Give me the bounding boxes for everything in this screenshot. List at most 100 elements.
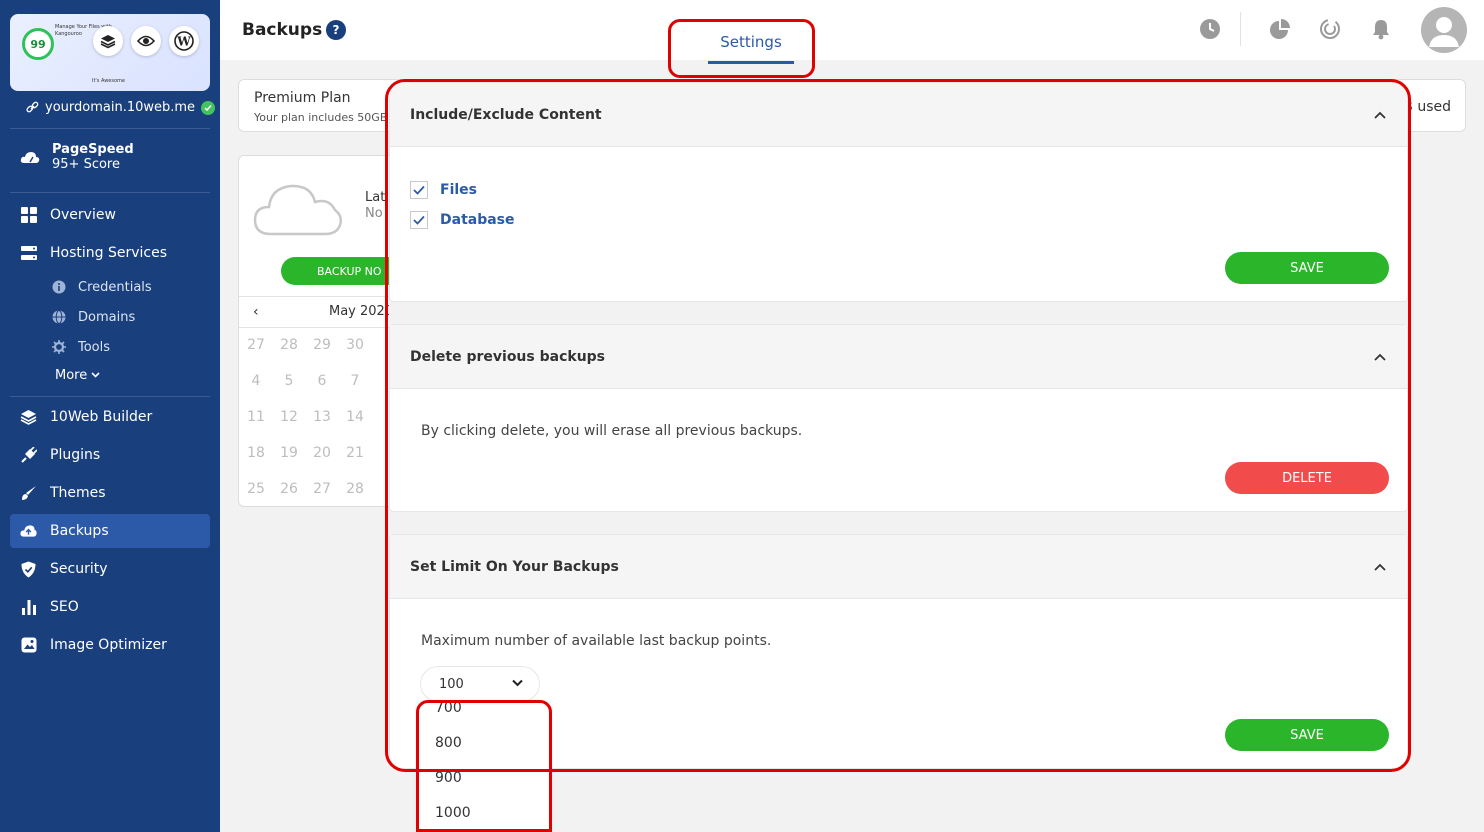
bell-icon[interactable] xyxy=(1370,18,1392,40)
image-icon xyxy=(20,637,37,654)
calendar-day[interactable]: 30 xyxy=(345,337,365,353)
layers-icon xyxy=(100,35,116,49)
sidebar-item-security[interactable]: Security xyxy=(10,552,210,586)
activity-icon[interactable] xyxy=(1319,18,1341,40)
sidebar-item-overview[interactable]: Overview xyxy=(10,198,210,232)
toolbar-divider xyxy=(1240,12,1241,46)
option-700[interactable]: 700 xyxy=(435,702,462,716)
wordpress-button[interactable]: W xyxy=(169,26,199,56)
subitem-label: Domains xyxy=(78,309,136,325)
section-header[interactable]: Include/Exclude Content xyxy=(390,83,1407,147)
history-icon[interactable] xyxy=(1199,18,1221,40)
calendar-day[interactable]: 25 xyxy=(246,481,266,497)
tab-label: Settings xyxy=(720,33,782,51)
sidebar-divider xyxy=(10,396,210,397)
sidebar-item-seo[interactable]: SEO xyxy=(10,590,210,624)
sidebar-item-label: Image Optimizer xyxy=(50,637,167,653)
calendar-day[interactable]: 26 xyxy=(279,481,299,497)
plug-icon xyxy=(20,447,37,464)
shield-icon xyxy=(20,561,37,578)
checkmark-icon xyxy=(413,185,425,195)
calendar-month: May 2020 xyxy=(329,304,394,319)
sidebar-item-plugins[interactable]: Plugins xyxy=(10,438,210,472)
delete-description: By clicking delete, you will erase all p… xyxy=(421,423,803,439)
help-icon[interactable]: ? xyxy=(326,20,346,40)
plan-subtitle: Your plan includes 50GB xyxy=(254,111,388,124)
calendar-day[interactable]: 14 xyxy=(345,409,365,425)
sidebar-item-backups[interactable]: Backups xyxy=(10,514,210,548)
plan-title: Premium Plan xyxy=(254,90,351,106)
save-limit-button[interactable]: SAVE xyxy=(1225,719,1389,751)
settings-panel: Include/Exclude Content Files Database S… xyxy=(389,82,1408,769)
latest-backup-label: Lat xyxy=(365,190,386,205)
calendar-day[interactable]: 29 xyxy=(312,337,332,353)
include-exclude-section: Include/Exclude Content Files Database S… xyxy=(389,82,1408,302)
sidebar-item-image-optimizer[interactable]: Image Optimizer xyxy=(10,628,210,662)
sidebar-item-hosting-services[interactable]: Hosting Services xyxy=(10,236,210,270)
verified-icon xyxy=(201,100,216,115)
sidebar-item-label: Hosting Services xyxy=(50,245,168,261)
calendar-day[interactable]: 5 xyxy=(279,373,299,389)
delete-backups-button[interactable]: DELETE xyxy=(1225,462,1389,494)
sidebar-more-toggle[interactable]: More xyxy=(55,364,100,386)
section-title: Delete previous backups xyxy=(410,349,606,365)
sidebar-divider xyxy=(10,192,210,193)
calendar-day[interactable]: 11 xyxy=(246,409,266,425)
site-domain[interactable]: yourdomain.10web.me xyxy=(26,100,216,115)
chevron-up-icon[interactable] xyxy=(1373,560,1387,574)
option-900[interactable]: 900 xyxy=(435,770,462,786)
brush-icon xyxy=(20,485,37,502)
backup-now-button[interactable]: BACKUP NO xyxy=(281,257,397,285)
calendar-day[interactable]: 28 xyxy=(345,481,365,497)
section-header[interactable]: Delete previous backups xyxy=(390,325,1407,389)
option-800[interactable]: 800 xyxy=(435,735,462,751)
sidebar-item-10web-builder[interactable]: 10Web Builder xyxy=(10,400,210,434)
section-header[interactable]: Set Limit On Your Backups xyxy=(390,535,1407,599)
calendar-day[interactable]: 6 xyxy=(312,373,332,389)
calendar-day[interactable]: 12 xyxy=(279,409,299,425)
backup-limit-select[interactable]: 100 xyxy=(420,666,540,702)
calendar-day[interactable]: 21 xyxy=(345,445,365,461)
sidebar-subitem-credentials[interactable]: Credentials xyxy=(52,276,152,298)
calendar-day[interactable]: 27 xyxy=(246,337,266,353)
globe-icon xyxy=(52,310,66,324)
bar-chart-icon xyxy=(20,599,37,616)
tab-settings[interactable]: Settings xyxy=(688,20,814,76)
storage-used-label: B used xyxy=(1403,99,1451,115)
thumbnail-caption: It's Awesome xyxy=(92,78,125,84)
top-bar: Backups ? xyxy=(220,0,1484,60)
wordpress-icon: W xyxy=(174,31,194,51)
database-checkbox[interactable] xyxy=(410,211,428,229)
calendar-day[interactable]: 28 xyxy=(279,337,299,353)
option-1000[interactable]: 1000 xyxy=(435,805,471,821)
avatar[interactable] xyxy=(1421,7,1467,53)
calendar-day[interactable]: 7 xyxy=(345,373,365,389)
calendar-day[interactable]: 18 xyxy=(246,445,266,461)
sidebar-subitem-tools[interactable]: Tools xyxy=(52,336,110,358)
preview-button[interactable] xyxy=(131,26,161,56)
files-checkbox-row[interactable]: Files xyxy=(410,181,477,199)
database-checkbox-row[interactable]: Database xyxy=(410,211,515,229)
calendar-day[interactable]: 13 xyxy=(312,409,332,425)
site-thumbnail[interactable]: Manage Your Files with Kangouroo It's Aw… xyxy=(10,14,210,91)
calendar-day[interactable]: 4 xyxy=(246,373,266,389)
calendar-day[interactable]: 19 xyxy=(279,445,299,461)
layers-button[interactable] xyxy=(93,26,123,56)
subitem-label: Tools xyxy=(78,339,111,355)
sidebar-subitem-domains[interactable]: Domains xyxy=(52,306,135,328)
calendar-prev-icon[interactable]: ‹ xyxy=(253,304,259,320)
sidebar-item-themes[interactable]: Themes xyxy=(10,476,210,510)
sidebar-item-label: Plugins xyxy=(50,447,101,463)
chevron-down-icon xyxy=(512,679,523,687)
sidebar-item-label: 10Web Builder xyxy=(50,409,153,425)
calendar-day[interactable]: 20 xyxy=(312,445,332,461)
pagespeed-widget[interactable]: PageSpeed 95+ Score xyxy=(20,142,134,172)
chevron-up-icon[interactable] xyxy=(1373,350,1387,364)
save-content-button[interactable]: SAVE xyxy=(1225,252,1389,284)
usage-pie-icon[interactable] xyxy=(1269,18,1291,40)
checkmark-icon xyxy=(413,215,425,225)
pagespeed-title: PageSpeed xyxy=(52,142,134,157)
calendar-day[interactable]: 27 xyxy=(312,481,332,497)
chevron-up-icon[interactable] xyxy=(1373,108,1387,122)
files-checkbox[interactable] xyxy=(410,181,428,199)
